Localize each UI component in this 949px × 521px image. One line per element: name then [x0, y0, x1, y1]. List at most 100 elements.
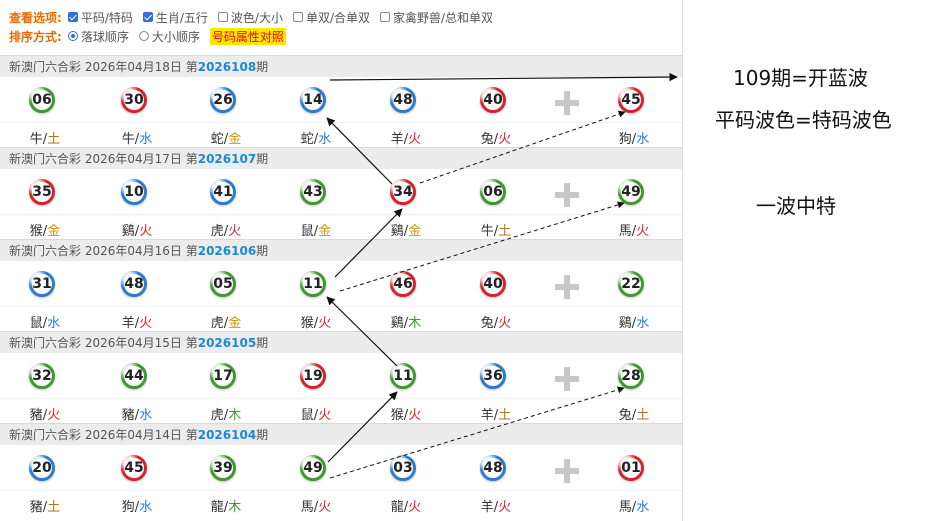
ball-number: 40	[483, 276, 503, 292]
view-option-4[interactable]: 家禽野兽/总和单双	[380, 9, 493, 26]
number-ball[interactable]: 31	[29, 271, 55, 297]
number-ball[interactable]: 48	[121, 271, 147, 297]
ball-number: 40	[483, 92, 503, 108]
number-ball[interactable]: 36	[480, 363, 506, 389]
radio-icon[interactable]	[67, 31, 78, 41]
number-ball[interactable]: 45	[121, 455, 147, 481]
number-ball[interactable]: 39	[210, 455, 236, 481]
number-ball[interactable]: 32	[29, 363, 55, 389]
element-text: 木	[228, 408, 242, 423]
element-text: 土	[47, 500, 61, 515]
draw-date-text: 新澳门六合彩 2026年04月17日 第	[9, 152, 198, 166]
compare-attributes-button[interactable]: 号码属性对照	[209, 27, 286, 45]
zodiac-element-label: 鼠/水	[15, 312, 75, 331]
number-ball[interactable]: 06	[29, 87, 55, 113]
zodiac-text: 猴	[29, 224, 43, 239]
element-text: 土	[498, 408, 512, 423]
draw-header: 新澳门六合彩 2026年04月15日 第2026105期	[0, 331, 682, 353]
number-ball[interactable]: 03	[390, 455, 416, 481]
number-ball[interactable]: 05	[210, 271, 236, 297]
element-text: 金	[228, 132, 242, 147]
view-option-label: 单双/合单双	[305, 10, 370, 25]
element-text: 土	[636, 408, 650, 423]
draw-issue-number[interactable]: 2026108	[198, 60, 256, 74]
view-option-2[interactable]: 波色/大小	[217, 9, 283, 26]
element-text: 火	[318, 500, 332, 515]
ball-number: 05	[213, 276, 233, 292]
element-text: 水	[139, 132, 153, 147]
ball-number: 01	[621, 460, 641, 476]
number-ball[interactable]: 48	[480, 455, 506, 481]
checkbox-icon[interactable]	[380, 12, 390, 22]
zodiac-element-label: 羊/火	[107, 312, 167, 331]
zodiac-element-label: 猴/金	[15, 220, 75, 239]
number-ball[interactable]: 11	[390, 363, 416, 389]
number-ball[interactable]: 30	[121, 87, 147, 113]
number-ball[interactable]: 44	[121, 363, 147, 389]
checkbox-icon[interactable]	[292, 12, 303, 22]
number-ball[interactable]: 17	[210, 363, 236, 389]
ball-number: 19	[303, 368, 323, 384]
zodiac-text: 牛	[480, 224, 494, 239]
radio-icon[interactable]	[138, 31, 149, 41]
zodiac-text: 豬	[29, 500, 43, 515]
number-ball[interactable]: 43	[300, 179, 326, 205]
zodiac-element-label: 豬/火	[15, 404, 75, 423]
draw-issue-number[interactable]: 2026107	[198, 152, 256, 166]
ball-number: 32	[32, 368, 52, 384]
checkbox-icon[interactable]	[67, 12, 78, 22]
zodiac-element-label: 鷄/木	[376, 312, 436, 331]
plus-icon	[555, 91, 579, 115]
number-ball[interactable]: 06	[480, 179, 506, 205]
draw-issue-number[interactable]: 2026104	[198, 428, 256, 442]
ball-number: 34	[393, 184, 413, 200]
zodiac-text: 鼠	[300, 408, 314, 423]
number-ball[interactable]: 41	[210, 179, 236, 205]
zodiac-text: 兔	[480, 316, 494, 331]
zodiac-text: 龍	[210, 500, 224, 515]
number-ball[interactable]: 20	[29, 455, 55, 481]
element-text: 水	[636, 132, 650, 147]
special-number-ball[interactable]: 45	[618, 87, 644, 113]
sort-options-title: 排序方式:	[9, 29, 62, 44]
checkbox-icon[interactable]	[217, 12, 228, 22]
ball-number: 06	[483, 184, 503, 200]
row-divider	[0, 398, 682, 399]
ball-number: 48	[393, 92, 413, 108]
number-ball[interactable]: 40	[480, 87, 506, 113]
special-number-ball[interactable]: 28	[618, 363, 644, 389]
number-ball[interactable]: 48	[390, 87, 416, 113]
special-number-ball[interactable]: 01	[618, 455, 644, 481]
special-number-ball[interactable]: 22	[618, 271, 644, 297]
element-text: 土	[498, 224, 512, 239]
annotation-line-3: 一波中特	[756, 194, 836, 218]
view-option-1[interactable]: 生肖/五行	[142, 9, 208, 26]
number-ball[interactable]: 19	[300, 363, 326, 389]
checkbox-icon[interactable]	[142, 12, 153, 22]
number-ball[interactable]: 34	[390, 179, 416, 205]
zodiac-element-label: 鷄/火	[107, 220, 167, 239]
ball-number: 22	[621, 276, 641, 292]
number-ball[interactable]: 49	[300, 455, 326, 481]
zodiac-element-label: 牛/土	[466, 220, 526, 239]
sort-option-label: 大小顺序	[151, 29, 200, 44]
number-ball[interactable]: 46	[390, 271, 416, 297]
number-ball[interactable]: 14	[300, 87, 326, 113]
sort-options-row: 排序方式: 落球顺序 大小顺序 号码属性对照	[9, 27, 286, 45]
number-ball[interactable]: 10	[121, 179, 147, 205]
view-options-title: 查看选项:	[9, 10, 62, 25]
sort-option-0[interactable]: 落球顺序	[67, 28, 129, 45]
number-ball[interactable]: 26	[210, 87, 236, 113]
view-option-3[interactable]: 单双/合单双	[292, 9, 370, 26]
ball-number: 48	[483, 460, 503, 476]
draw-issue-number[interactable]: 2026105	[198, 336, 256, 350]
number-ball[interactable]: 40	[480, 271, 506, 297]
number-ball[interactable]: 35	[29, 179, 55, 205]
number-ball[interactable]: 11	[300, 271, 326, 297]
special-number-ball[interactable]: 49	[618, 179, 644, 205]
view-option-label: 平码/特码	[80, 10, 133, 25]
view-option-0[interactable]: 平码/特码	[67, 9, 133, 26]
sort-option-1[interactable]: 大小顺序	[138, 28, 200, 45]
zodiac-text: 虎	[210, 316, 224, 331]
draw-issue-number[interactable]: 2026106	[198, 244, 256, 258]
